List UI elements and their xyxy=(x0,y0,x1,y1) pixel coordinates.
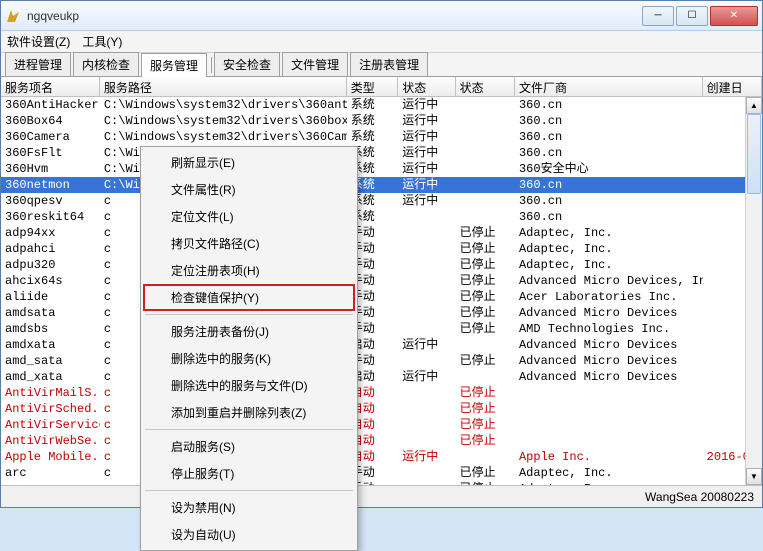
col-created[interactable]: 创建日 xyxy=(703,77,762,96)
col-service-name[interactable]: 服务项名 xyxy=(1,77,100,96)
menu-separator xyxy=(145,490,353,491)
table-row[interactable]: 360qpesvc系统运行中360.cn xyxy=(1,193,762,209)
col-vendor[interactable]: 文件厂商 xyxy=(515,77,703,96)
context-menu[interactable]: 刷新显示(E)文件属性(R)定位文件(L)拷贝文件路径(C)定位注册表项(H)检… xyxy=(140,146,358,551)
content-area: 服务项名 服务路径 类型 状态 状态 文件厂商 创建日 360AntiHacke… xyxy=(1,77,762,485)
menu-item[interactable]: 设为自动(U) xyxy=(143,521,355,548)
window-buttons: ─ ☐ ✕ xyxy=(642,6,758,26)
table-row[interactable]: Apple Mobile...c自动运行中Apple Inc.2016-03 xyxy=(1,449,762,465)
window-title: ngqveukp xyxy=(27,9,642,23)
table-row[interactable]: 360reskit64c系统360.cn xyxy=(1,209,762,225)
tab-process[interactable]: 进程管理 xyxy=(5,52,71,76)
table-row[interactable]: adpu320c手动已停止Adaptec, Inc. xyxy=(1,257,762,273)
tabbar: 进程管理 内核检查 服务管理 安全检查 文件管理 注册表管理 xyxy=(1,53,762,77)
table-row[interactable]: 360CameraC:\Windows\system32\drivers\360… xyxy=(1,129,762,145)
tab-files[interactable]: 文件管理 xyxy=(282,52,348,76)
menu-item[interactable]: 拷贝文件路径(C) xyxy=(143,230,355,257)
col-state[interactable]: 状态 xyxy=(398,77,455,96)
table-row[interactable]: AntiVirServicec自动已停止 xyxy=(1,417,762,433)
tab-registry[interactable]: 注册表管理 xyxy=(350,52,428,76)
status-text: WangSea 20080223 xyxy=(645,490,754,504)
vertical-scrollbar[interactable]: ▲ ▼ xyxy=(745,97,762,485)
service-list[interactable]: 360AntiHackerC:\Windows\system32\drivers… xyxy=(1,97,762,485)
table-row[interactable]: AntiVirWebSe...c自动已停止 xyxy=(1,433,762,449)
table-row[interactable]: 360HvmC:\Windows\system32\drivers\360hvm… xyxy=(1,161,762,177)
maximize-button[interactable]: ☐ xyxy=(676,6,708,26)
app-window: ngqveukp ─ ☐ ✕ 软件设置(Z) 工具(Y) 进程管理 内核检查 服… xyxy=(0,0,763,508)
table-row[interactable]: AntiVirMailS...c自动已停止 xyxy=(1,385,762,401)
table-row[interactable]: adpahcic手动已停止Adaptec, Inc. xyxy=(1,241,762,257)
table-row[interactable]: amdsatac手动已停止Advanced Micro Devices xyxy=(1,305,762,321)
table-row[interactable]: amdsbsc手动已停止AMD Technologies Inc. xyxy=(1,321,762,337)
table-row[interactable]: arcsasc手动已停止Adaptec, Inc. xyxy=(1,481,762,485)
tab-separator xyxy=(211,57,212,73)
menu-item[interactable]: 删除选中的服务(K) xyxy=(143,345,355,372)
table-row[interactable]: adp94xxc手动已停止Adaptec, Inc. xyxy=(1,225,762,241)
menu-item[interactable]: 停止服务(T) xyxy=(143,460,355,487)
menu-item[interactable]: 定位文件(L) xyxy=(143,203,355,230)
column-headers: 服务项名 服务路径 类型 状态 状态 文件厂商 创建日 xyxy=(1,77,762,97)
menu-item[interactable]: 删除选中的服务与文件(D) xyxy=(143,372,355,399)
menu-item[interactable]: 服务注册表备份(J) xyxy=(143,318,355,345)
menu-tools[interactable]: 工具(Y) xyxy=(82,33,122,50)
titlebar: ngqveukp ─ ☐ ✕ xyxy=(1,1,762,31)
menu-separator xyxy=(145,314,353,315)
scroll-down-button[interactable]: ▼ xyxy=(746,468,762,485)
menubar: 软件设置(Z) 工具(Y) xyxy=(1,31,762,53)
close-button[interactable]: ✕ xyxy=(710,6,758,26)
scroll-up-button[interactable]: ▲ xyxy=(746,97,762,114)
table-row[interactable]: amd_xatac启动运行中Advanced Micro Devices xyxy=(1,369,762,385)
tab-kernel[interactable]: 内核检查 xyxy=(73,52,139,76)
menu-item[interactable]: 刷新显示(E) xyxy=(143,149,355,176)
table-row[interactable]: 360netmonC:\Windows\system32\drivers\360… xyxy=(1,177,762,193)
statusbar: WangSea 20080223 xyxy=(1,485,762,507)
table-row[interactable]: 360Box64C:\Windows\system32\drivers\360b… xyxy=(1,113,762,129)
scroll-thumb[interactable] xyxy=(747,114,761,194)
col-service-path[interactable]: 服务路径 xyxy=(100,77,347,96)
menu-settings[interactable]: 软件设置(Z) xyxy=(7,33,70,50)
col-status[interactable]: 状态 xyxy=(456,77,515,96)
table-row[interactable]: AntiVirSched...c自动已停止 xyxy=(1,401,762,417)
table-row[interactable]: amd_satac手动已停止Advanced Micro Devices xyxy=(1,353,762,369)
menu-item[interactable]: 检查键值保护(Y) xyxy=(143,284,355,311)
minimize-button[interactable]: ─ xyxy=(642,6,674,26)
table-row[interactable]: arcc手动已停止Adaptec, Inc. xyxy=(1,465,762,481)
menu-item[interactable]: 文件属性(R) xyxy=(143,176,355,203)
table-row[interactable]: 360AntiHackerC:\Windows\system32\drivers… xyxy=(1,97,762,113)
app-icon xyxy=(5,8,21,24)
menu-item[interactable]: 定位注册表项(H) xyxy=(143,257,355,284)
col-type[interactable]: 类型 xyxy=(347,77,398,96)
menu-separator xyxy=(145,429,353,430)
table-row[interactable]: amdxatac启动运行中Advanced Micro Devices xyxy=(1,337,762,353)
table-row[interactable]: ahcix64sc手动已停止Advanced Micro Devices, In… xyxy=(1,273,762,289)
tab-security[interactable]: 安全检查 xyxy=(214,52,280,76)
tab-services[interactable]: 服务管理 xyxy=(141,53,207,77)
table-row[interactable]: 360FsFltC:\Windows\system32\drivers\360f… xyxy=(1,145,762,161)
table-row[interactable]: aliidec手动已停止Acer Laboratories Inc. xyxy=(1,289,762,305)
menu-item[interactable]: 启动服务(S) xyxy=(143,433,355,460)
menu-item[interactable]: 添加到重启并删除列表(Z) xyxy=(143,399,355,426)
